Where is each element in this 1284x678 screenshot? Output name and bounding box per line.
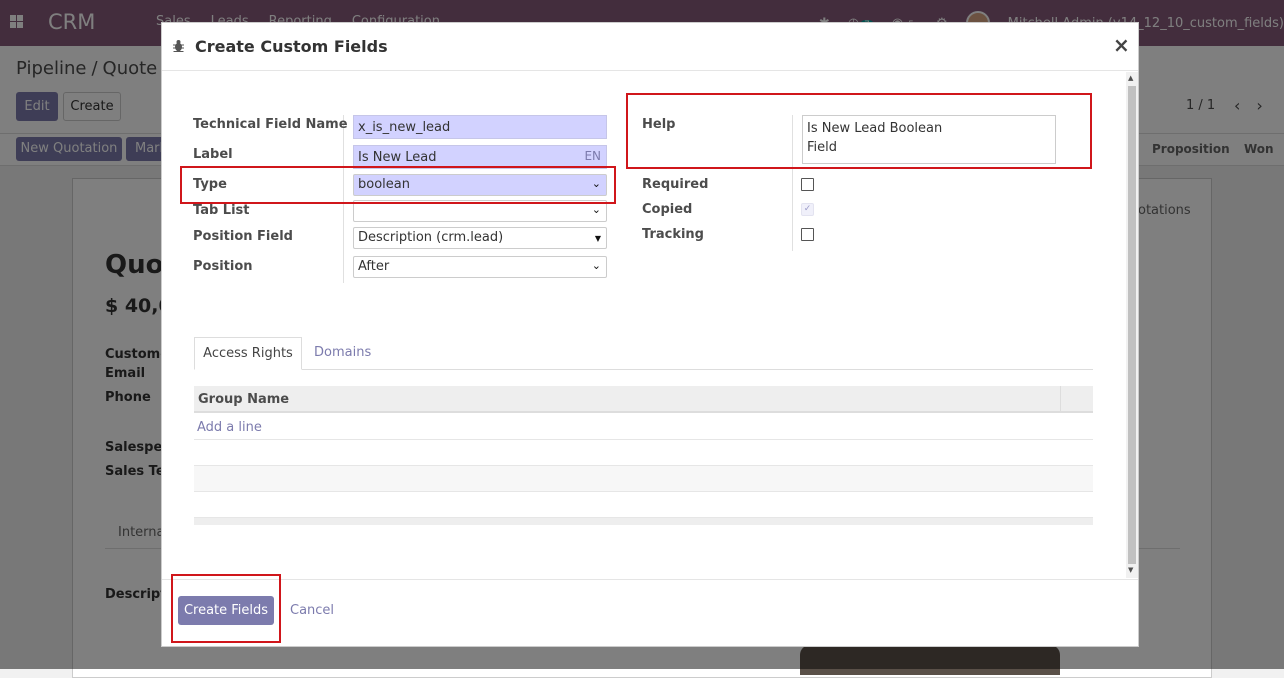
position-select[interactable]: After ⌄ xyxy=(353,256,607,278)
table-header xyxy=(194,386,1093,413)
scroll-up-icon[interactable]: ▲ xyxy=(1128,74,1133,82)
table-row xyxy=(194,414,1093,440)
tab-domains[interactable]: Domains xyxy=(314,345,371,360)
position-value: After xyxy=(358,259,390,274)
notebook-tabs-line xyxy=(194,369,1093,370)
table-header-separator xyxy=(1060,386,1061,413)
create-custom-fields-dialog: Create Custom Fields × ▲ ▼ Technical Fie… xyxy=(161,22,1139,647)
table-row xyxy=(194,466,1093,492)
add-line-link[interactable]: Add a line xyxy=(197,420,262,435)
table-row xyxy=(194,440,1093,466)
scrollbar-thumb[interactable] xyxy=(1128,86,1136,564)
required-checkbox[interactable] xyxy=(801,178,814,191)
tracking-checkbox[interactable] xyxy=(801,228,814,241)
label-value: Is New Lead xyxy=(358,150,437,165)
type-highlight-box xyxy=(180,166,616,204)
technical-field-name-input[interactable]: x_is_new_lead xyxy=(353,115,607,139)
position-field-value: Description (crm.lead) xyxy=(358,230,504,245)
tab-list-label: Tab List xyxy=(193,203,250,218)
caret-down-icon: ▼ xyxy=(594,234,601,243)
copied-label: Copied xyxy=(642,202,693,217)
bug-icon xyxy=(173,40,184,52)
chevron-down-icon: ⌄ xyxy=(591,259,601,272)
close-icon[interactable]: × xyxy=(1113,33,1130,57)
copied-checkbox[interactable]: ✓ xyxy=(801,203,814,216)
position-label: Position xyxy=(193,259,253,274)
scroll-down-icon[interactable]: ▼ xyxy=(1128,566,1133,574)
language-button[interactable]: EN xyxy=(584,149,601,163)
required-label: Required xyxy=(642,177,709,192)
dialog-title: Create Custom Fields xyxy=(195,37,388,56)
check-icon: ✓ xyxy=(803,204,812,214)
table-row xyxy=(194,492,1093,518)
cancel-button[interactable]: Cancel xyxy=(290,603,334,618)
tab-access-rights[interactable]: Access Rights xyxy=(194,337,302,370)
technical-field-name-label: Technical Field Name xyxy=(193,117,348,132)
help-highlight-box xyxy=(626,93,1092,169)
table-footer xyxy=(194,518,1093,525)
dialog-header: Create Custom Fields × xyxy=(162,23,1138,71)
create-fields-highlight-box xyxy=(171,574,281,643)
position-field-select[interactable]: Description (crm.lead) ▼ xyxy=(353,227,607,249)
group-name-column-header[interactable]: Group Name xyxy=(198,392,289,407)
label-label: Label xyxy=(193,147,233,162)
position-field-label: Position Field xyxy=(193,229,293,244)
tracking-label: Tracking xyxy=(642,227,704,242)
chevron-down-icon: ⌄ xyxy=(591,203,601,216)
